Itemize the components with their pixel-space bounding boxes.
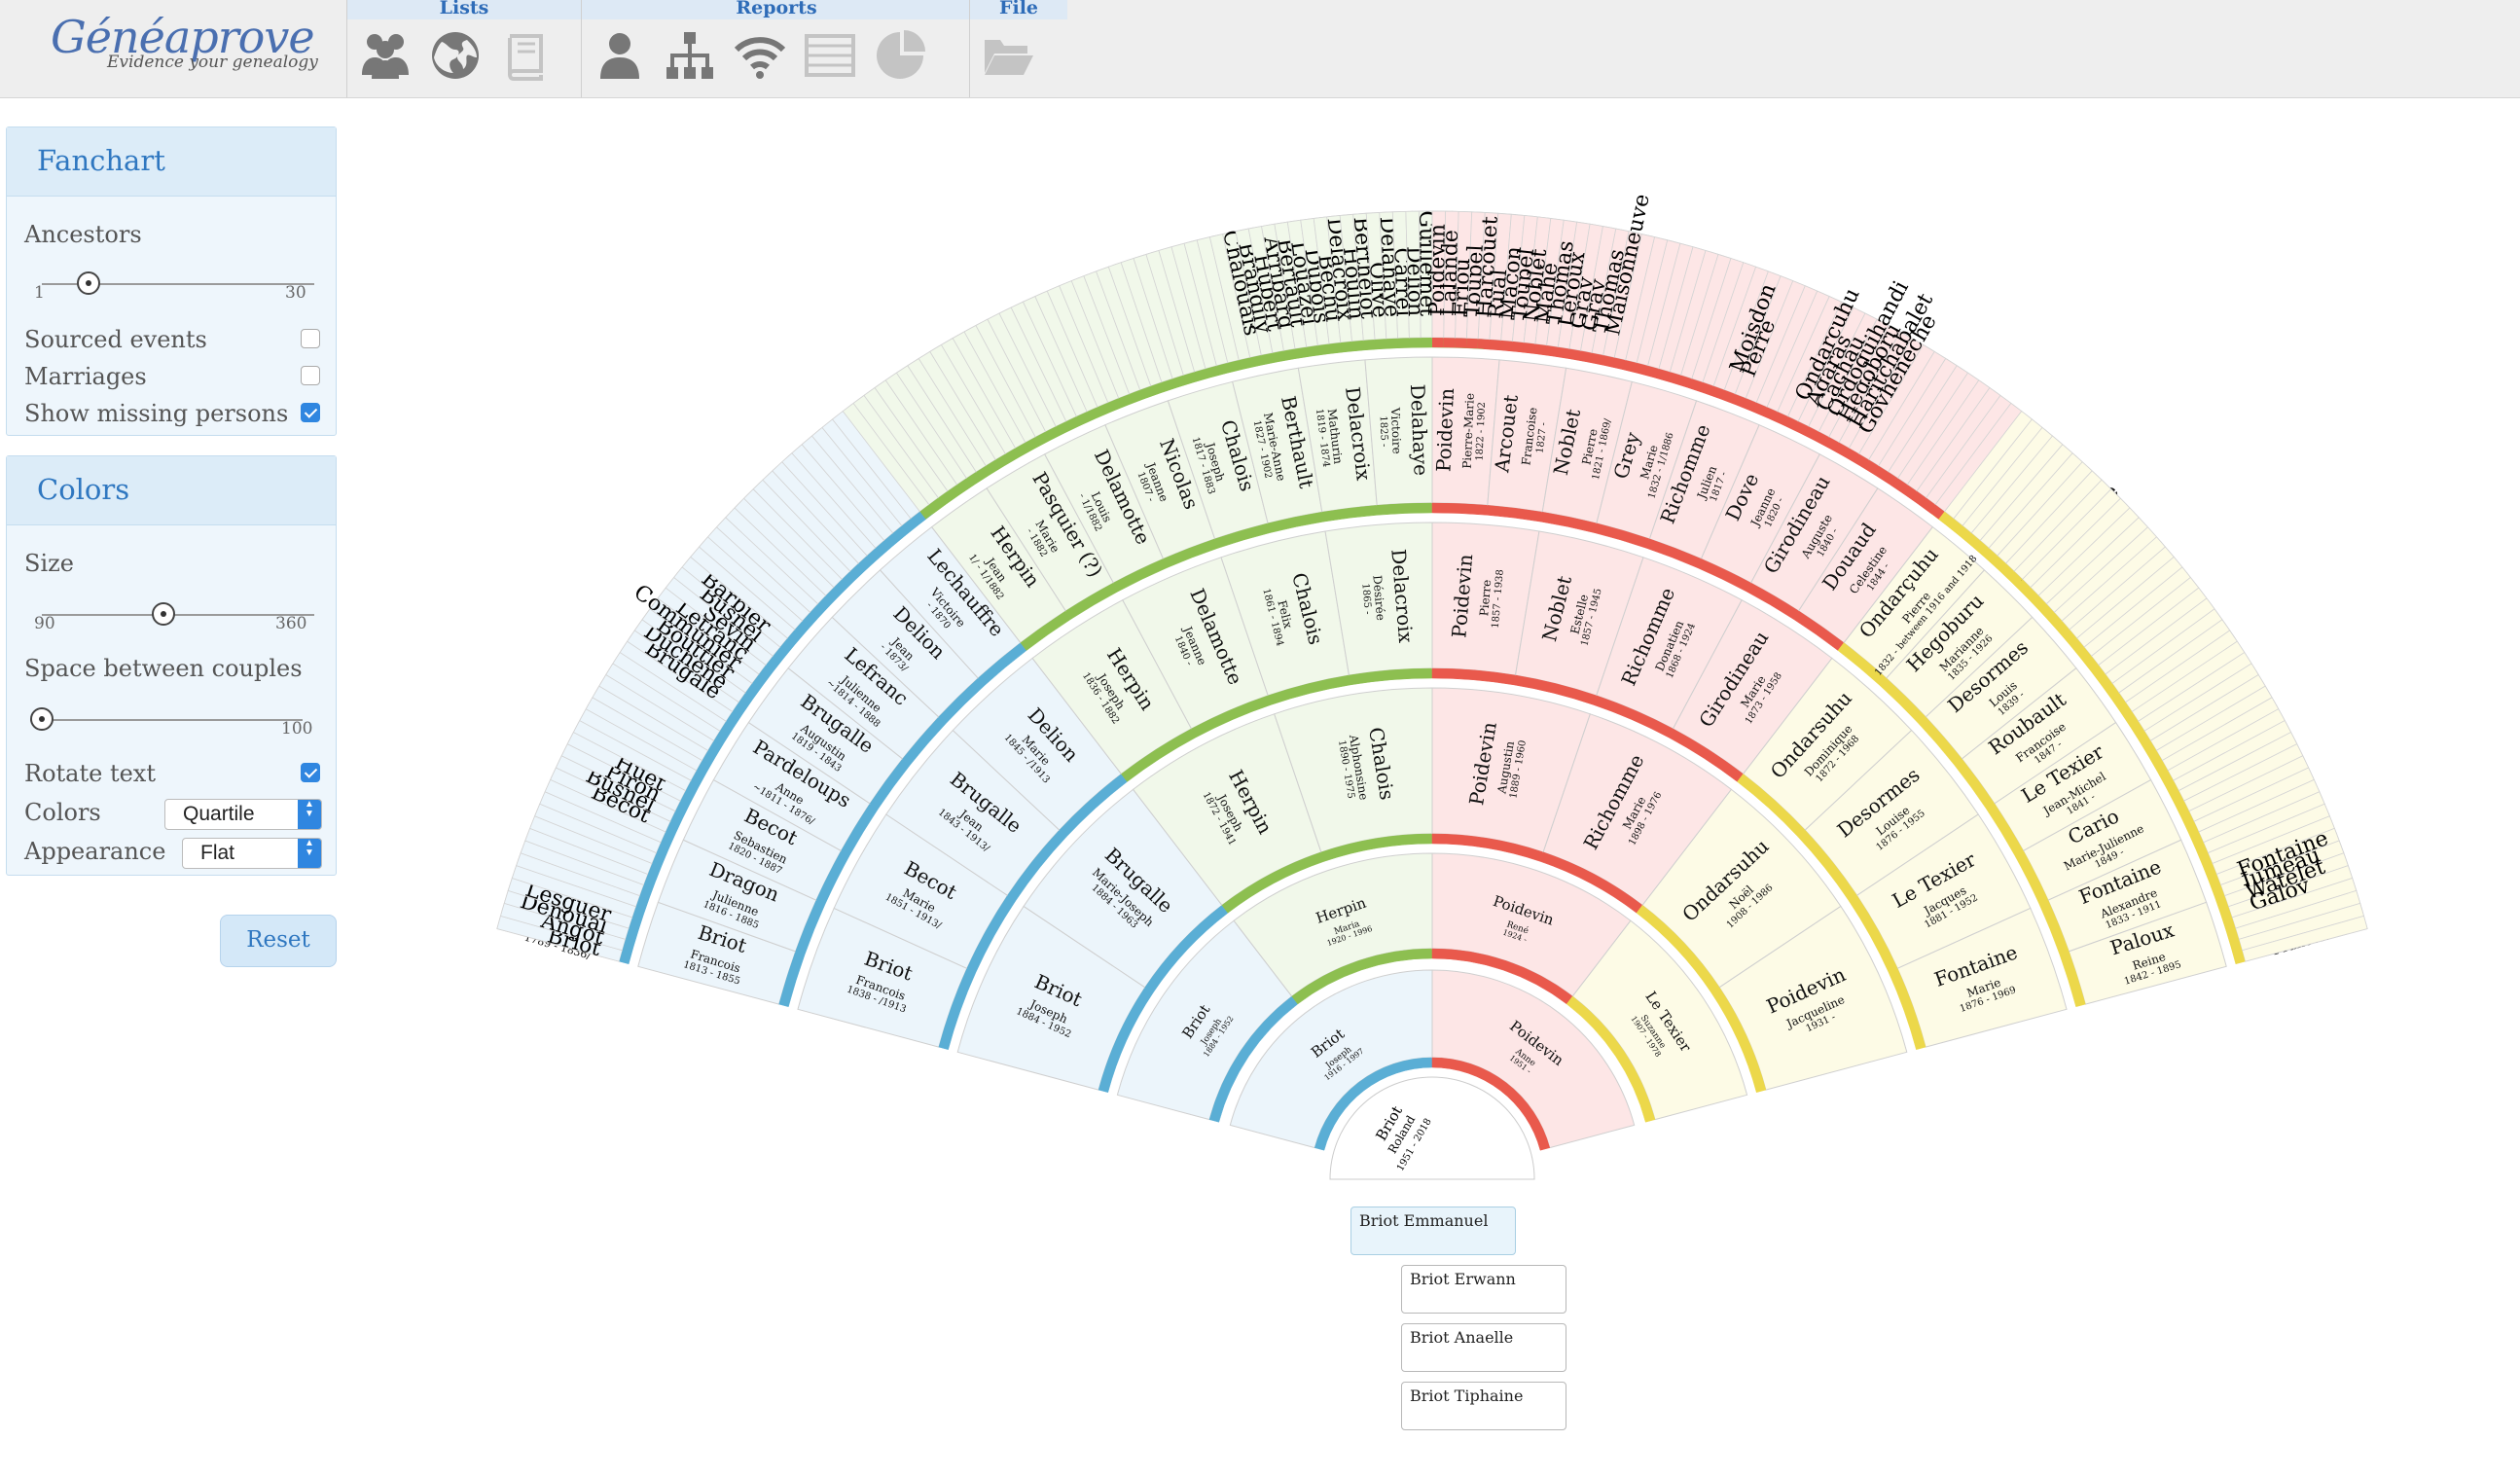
- quartile-band: [1340, 341, 1353, 353]
- colors-select[interactable]: Quartile ▲ ▼: [164, 799, 322, 830]
- quartile-band: [1409, 338, 1422, 348]
- ancestors-slider-thumb[interactable]: [76, 271, 100, 295]
- ancestors-min: 1: [34, 283, 45, 303]
- reset-button[interactable]: Reset: [220, 915, 337, 967]
- fanchart-panel-title: Fanchart: [7, 127, 336, 197]
- select-arrows-icon: ▲ ▼: [298, 839, 321, 868]
- ancestors-max: 30: [285, 283, 306, 303]
- person-name: Delahaye: [1406, 383, 1433, 476]
- quartile-band: [1375, 339, 1387, 349]
- quartile-band: [1329, 342, 1342, 354]
- menu-group-file-title: File: [970, 0, 1067, 19]
- quartile-band: [1376, 502, 1433, 516]
- marriages-checkbox[interactable]: [301, 366, 320, 385]
- space-slider-thumb[interactable]: [30, 707, 54, 731]
- quartile-band: [1306, 345, 1319, 357]
- quartile-band: [1397, 338, 1410, 348]
- appearance-label: Appearance: [24, 838, 166, 865]
- person-name: Poidevin: [1431, 387, 1458, 472]
- menu-group-file: File: [969, 0, 1067, 97]
- colors-settings-panel: Colors Size 90 360 Space between couples…: [6, 455, 337, 876]
- ancestors-label: Ancestors: [24, 221, 142, 248]
- sourced-events-label: Sourced events: [24, 326, 207, 353]
- quartile-band: [1421, 338, 1432, 348]
- fan-chart: Briot Roland 1951 - 2018 Briot Joseph 1916 - …: [350, 97, 2520, 1477]
- rotate-text-label: Rotate text: [24, 760, 156, 787]
- quartile-band: [1489, 340, 1501, 350]
- quartile-band: [1272, 350, 1286, 363]
- size-slider-track: [42, 614, 314, 616]
- quartile-band: [1363, 340, 1376, 350]
- rotate-text-checkbox[interactable]: [301, 763, 320, 782]
- show-missing-label: Show missing persons: [24, 400, 289, 427]
- places-list-icon[interactable]: [427, 27, 484, 84]
- quartile-band: [1455, 338, 1467, 348]
- quartile-band: [1431, 502, 1489, 516]
- marriages-label: Marriages: [24, 363, 147, 390]
- space-slider-track: [30, 719, 303, 721]
- size-slider[interactable]: [42, 600, 314, 630]
- quartile-band: [1533, 343, 1547, 355]
- quartile-band: [1432, 338, 1444, 348]
- select-arrows-icon: ▲ ▼: [298, 800, 321, 829]
- person-given-name: Victoire: [1388, 407, 1404, 454]
- child-box[interactable]: Briot Anaelle: [1401, 1323, 1566, 1372]
- quartile-band: [1567, 348, 1581, 361]
- quartile-band: [1295, 346, 1309, 359]
- pedigree-report-icon[interactable]: [662, 27, 718, 84]
- menu-group-reports-title: Reports: [582, 0, 971, 19]
- quartile-band: [1545, 345, 1559, 357]
- quartile-band: [1523, 342, 1535, 354]
- quartile-band: [1477, 339, 1490, 349]
- piechart-report-icon[interactable]: [872, 27, 928, 84]
- space-between-couples-label: Space between couples: [24, 655, 303, 682]
- quartile-band: [1443, 338, 1456, 348]
- table-report-icon[interactable]: [802, 27, 858, 84]
- child-box[interactable]: Briot Erwann: [1401, 1265, 1566, 1314]
- size-slider-thumb[interactable]: [151, 602, 175, 626]
- menu-group-lists: Lists: [346, 0, 581, 97]
- quartile-band: [1283, 348, 1297, 361]
- child-box[interactable]: Briot Emmanuel: [1350, 1207, 1516, 1255]
- appearance-select-value: Flat: [200, 842, 235, 864]
- quartile-band: [1317, 343, 1331, 355]
- colors-select-value: Quartile: [183, 803, 255, 825]
- folder-icon[interactable]: [980, 27, 1036, 84]
- child-box[interactable]: Briot Tiphaine: [1401, 1382, 1566, 1430]
- wifi-report-icon[interactable]: [732, 27, 788, 84]
- quartile-band: [1556, 346, 1569, 359]
- app-logo[interactable]: Généaprove Evidence your genealogy: [51, 10, 342, 72]
- size-label: Size: [24, 550, 74, 577]
- size-min: 90: [34, 614, 55, 633]
- ancestors-slider[interactable]: [42, 270, 314, 299]
- colors-panel-title: Colors: [7, 456, 336, 525]
- appearance-select[interactable]: Flat ▲ ▼: [182, 838, 322, 869]
- quartile-band: [1465, 338, 1479, 349]
- menu-group-reports: Reports: [581, 0, 971, 97]
- person-dates: 1825 -: [1378, 415, 1389, 447]
- sources-list-icon[interactable]: [497, 27, 554, 84]
- quartile-band: [1386, 338, 1399, 349]
- sourced-events-checkbox[interactable]: [301, 329, 320, 348]
- space-slider[interactable]: [30, 705, 303, 735]
- quartile-band: [1511, 341, 1525, 353]
- space-max: 100: [281, 719, 313, 738]
- top-toolbar: Généaprove Evidence your genealogy Lists…: [0, 0, 2520, 98]
- quartile-band: [1499, 340, 1513, 351]
- show-missing-checkbox[interactable]: [301, 403, 320, 422]
- person-report-icon[interactable]: [592, 27, 648, 84]
- persons-list-icon[interactable]: [357, 27, 414, 84]
- fanchart-settings-panel: Fanchart Ancestors 1 30 Sourced events M…: [6, 126, 337, 436]
- quartile-band: [1578, 350, 1593, 363]
- app-tagline: Evidence your genealogy: [107, 53, 318, 72]
- quartile-band: [1351, 340, 1365, 351]
- size-max: 360: [275, 614, 307, 633]
- menu-group-lists-title: Lists: [347, 0, 581, 19]
- colors-label: Colors: [24, 799, 101, 826]
